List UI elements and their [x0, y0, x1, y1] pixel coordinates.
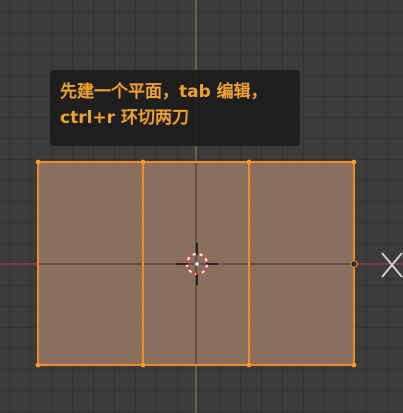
object-origin-icon	[350, 260, 358, 268]
vertex[interactable]	[140, 159, 146, 165]
vertex[interactable]	[35, 362, 41, 368]
gizmo-cross-icon[interactable]	[381, 252, 403, 278]
vertex[interactable]	[35, 159, 41, 165]
vertex[interactable]	[246, 362, 252, 368]
vertex[interactable]	[351, 362, 357, 368]
vertex[interactable]	[140, 362, 146, 368]
tutorial-tooltip: 先建一个平面，tab 编辑， ctrl+r 环切两刀	[50, 70, 300, 146]
3d-viewport[interactable]: 先建一个平面，tab 编辑， ctrl+r 环切两刀	[0, 0, 403, 413]
viewport-scene[interactable]	[0, 0, 403, 413]
vertex[interactable]	[246, 159, 252, 165]
tooltip-line-1: 先建一个平面，tab 编辑，	[60, 82, 268, 102]
tooltip-line-2: ctrl+r 环切两刀	[60, 108, 189, 128]
vertex[interactable]	[351, 159, 357, 165]
